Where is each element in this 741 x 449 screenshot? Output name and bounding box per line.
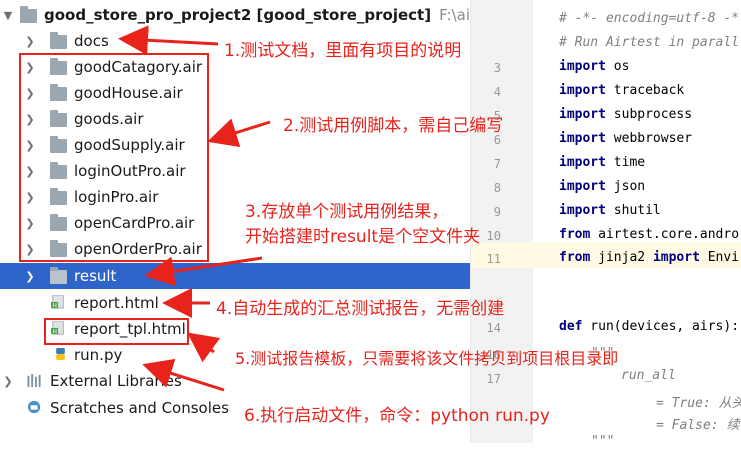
line-number: 7 [493, 157, 501, 171]
code-line: = False: 续 [656, 418, 740, 433]
code-line: from jinja2 import Envi [559, 250, 740, 265]
line-number: 8 [493, 181, 501, 195]
chevron-down-icon[interactable]: ▼ [3, 9, 13, 22]
tree-item-label: report.html [74, 294, 159, 312]
line-number: 9 [493, 205, 501, 219]
code-line: import os [559, 59, 630, 74]
code-line: # -*- encoding=utf-8 -*- [559, 11, 741, 26]
annotation-3-line1: 3.存放单个测试用例结果， [245, 202, 449, 222]
code-line: run_all [621, 368, 676, 383]
html-file-icon: H [51, 295, 64, 309]
tree-item-result[interactable]: ❯ result [0, 263, 470, 289]
project-module: [good_store_project] [256, 6, 432, 24]
code-line: = True: 从头 [656, 396, 741, 411]
line-number: 17 [486, 372, 501, 386]
template-highlight-box [44, 318, 189, 345]
folder-icon [50, 267, 67, 284]
line-number: 3 [493, 61, 501, 75]
chevron-right-icon[interactable]: ❯ [3, 375, 13, 388]
tree-root[interactable]: ▼ good_store_pro_project2 [good_store_pr… [0, 2, 505, 28]
code-line: import traceback [559, 83, 685, 98]
chevron-right-icon[interactable]: ❯ [25, 270, 35, 283]
code-line: import json [559, 179, 646, 194]
tree-item-label: External Libraries [50, 372, 182, 390]
folder-icon [50, 32, 67, 49]
code-line: import time [559, 155, 646, 170]
scratches-icon [27, 400, 41, 414]
folder-icon [20, 6, 37, 23]
tree-item-label: run.py [74, 346, 123, 364]
code-line: import shutil [559, 203, 661, 218]
line-number: 11 [486, 252, 501, 266]
scripts-highlight-box [19, 53, 209, 262]
annotation-6: 6.执行启动文件，命令：python run.py [244, 406, 550, 426]
tree-item-label: docs [74, 32, 109, 50]
annotation-1: 1.测试文档，里面有项目的说明 [224, 41, 462, 61]
tree-item-label: result [74, 267, 117, 285]
project-name: good_store_pro_project2 [44, 6, 252, 24]
annotation-2: 2.测试用例脚本，需自己编写 [283, 116, 504, 136]
annotation-3-line2: 开始搭建时result是个空文件夹 [245, 227, 481, 247]
annotation-4: 4.自动生成的汇总测试报告，无需创建 [216, 299, 505, 319]
library-icon [27, 374, 41, 388]
code-line: from airtest.core.andro [559, 227, 740, 242]
code-line: import subprocess [559, 107, 693, 122]
line-number: 4 [493, 85, 501, 99]
python-file-icon [56, 347, 65, 361]
code-line: # Run Airtest in parall [559, 35, 740, 50]
line-number: 14 [486, 321, 501, 335]
chevron-right-icon[interactable]: ❯ [25, 35, 35, 48]
tree-item-label: Scratches and Consoles [50, 399, 229, 417]
code-line: import webbrowser [559, 131, 693, 146]
code-line: """ [591, 434, 615, 449]
code-line: def run(devices, airs): [559, 319, 740, 334]
tree-item-external-libraries[interactable]: ❯ External Libraries [0, 368, 470, 394]
code-editor[interactable]: 3 4 5 6 7 8 9 10 11 14 16 17 # -*- encod… [470, 0, 741, 449]
svg-text:H: H [52, 302, 57, 309]
annotation-5: 5.测试报告模板，只需要将该文件拷贝到项目根目录即 [235, 349, 619, 368]
